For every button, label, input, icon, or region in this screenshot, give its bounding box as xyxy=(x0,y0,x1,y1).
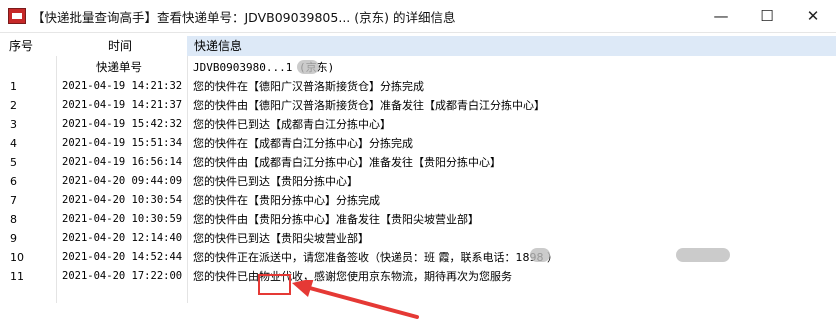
tracking-table[interactable]: 序号 时间 快递信息 快递单号 JDVB0903980...1 (京东) 1 20… xyxy=(0,32,836,319)
column-header-info[interactable]: 快递信息 xyxy=(187,36,836,56)
maximize-button[interactable]: ☐ xyxy=(744,0,790,32)
redaction-blur xyxy=(297,60,319,74)
table-row[interactable]: 4 2021-04-19 15:51:34 您的快件在【成都青白江分拣中心】分拣完成 xyxy=(0,134,836,153)
close-button[interactable]: ✕ xyxy=(790,0,836,32)
app-icon xyxy=(8,8,26,24)
row-info: 您的快件已到达【贵阳尖坡营业部】 xyxy=(193,232,369,245)
row-info: 您的快件在【德阳广汉普洛斯接货仓】分拣完成 xyxy=(193,80,424,93)
row-time: 2021-04-19 14:21:37 xyxy=(62,99,183,111)
row-num: 10 xyxy=(10,251,24,264)
row-num: 6 xyxy=(10,175,17,188)
row-time: 2021-04-19 15:51:34 xyxy=(62,137,183,149)
title-bar: 【快递批量查询高手】查看快递单号：JDVB09039805... (京东) 的详… xyxy=(0,0,836,33)
row-info: 您的快件已到达【成都青白江分拣中心】 xyxy=(193,118,391,131)
row-time: 2021-04-20 09:44:09 xyxy=(62,175,183,187)
table-row[interactable]: 3 2021-04-19 15:42:32 您的快件已到达【成都青白江分拣中心】 xyxy=(0,115,836,134)
row-info: 您的快件由【贵阳分拣中心】准备发往【贵阳尖坡营业部】 xyxy=(193,213,479,226)
table-row[interactable]: 7 2021-04-20 10:30:54 您的快件在【贵阳分拣中心】分拣完成 xyxy=(0,191,836,210)
row-time: 2021-04-20 10:30:54 xyxy=(62,194,183,206)
window-title: 【快递批量查询高手】查看快递单号：JDVB09039805... (京东) 的详… xyxy=(32,9,456,25)
row-time: 2021-04-20 10:30:59 xyxy=(62,213,183,225)
row-time: 2021-04-20 14:52:44 xyxy=(62,251,183,263)
redaction-blur xyxy=(530,248,550,262)
column-header-info-label: 快递信息 xyxy=(194,39,243,53)
row-info: 您的快件在【成都青白江分拣中心】分拣完成 xyxy=(193,137,413,150)
redaction-blur xyxy=(676,248,730,262)
row-time: 2021-04-19 16:56:14 xyxy=(62,156,183,168)
row-num: 4 xyxy=(10,137,17,150)
table-row[interactable]: 9 2021-04-20 12:14:40 您的快件已到达【贵阳尖坡营业部】 xyxy=(0,229,836,248)
annotation-highlight-box xyxy=(258,274,291,295)
row-info: 您的快件由【德阳广汉普洛斯接货仓】准备发往【成都青白江分拣中心】 xyxy=(193,99,545,112)
row-info: 您的快件正在派送中，请您准备签收（快递员：班 霞，联系电话：1898 ） xyxy=(193,251,558,264)
row-num: 9 xyxy=(10,232,17,245)
table-subheader-row[interactable]: 快递单号 JDVB0903980...1 (京东) xyxy=(0,58,836,77)
row-info: 您的快件由【成都青白江分拣中心】准备发往【贵阳分拣中心】 xyxy=(193,156,501,169)
table-row[interactable]: 5 2021-04-19 16:56:14 您的快件由【成都青白江分拣中心】准备发往… xyxy=(0,153,836,172)
row-num: 3 xyxy=(10,118,17,131)
row-info: 您的快件在【贵阳分拣中心】分拣完成 xyxy=(193,194,380,207)
column-header-num[interactable]: 序号 xyxy=(9,36,33,56)
table-row[interactable]: 2 2021-04-19 14:21:37 您的快件由【德阳广汉普洛斯接货仓】准备发… xyxy=(0,96,836,115)
row-time: 2021-04-20 12:14:40 xyxy=(62,232,183,244)
minimize-button[interactable]: — xyxy=(698,0,744,32)
table-header: 序号 时间 快递信息 xyxy=(0,36,836,56)
table-row[interactable]: 6 2021-04-20 09:44:09 您的快件已到达【贵阳分拣中心】 xyxy=(0,172,836,191)
row-info: 您的快件已到达【贵阳分拣中心】 xyxy=(193,175,358,188)
row-num: 8 xyxy=(10,213,17,226)
waybill-label: 快递单号 xyxy=(96,60,142,74)
row-num: 11 xyxy=(10,270,24,283)
row-num: 5 xyxy=(10,156,17,169)
row-time: 2021-04-19 14:21:32 xyxy=(62,80,183,92)
row-time: 2021-04-19 15:42:32 xyxy=(62,118,183,130)
row-num: 7 xyxy=(10,194,17,207)
row-time: 2021-04-20 17:22:00 xyxy=(62,270,183,282)
row-num: 2 xyxy=(10,99,17,112)
table-row[interactable]: 8 2021-04-20 10:30:59 您的快件由【贵阳分拣中心】准备发往【贵阳… xyxy=(0,210,836,229)
row-num: 1 xyxy=(10,80,17,93)
annotation-arrow-icon xyxy=(292,280,419,319)
table-row[interactable]: 1 2021-04-19 14:21:32 您的快件在【德阳广汉普洛斯接货仓】分拣完… xyxy=(0,77,836,96)
column-header-time[interactable]: 时间 xyxy=(108,36,132,56)
window-controls: — ☐ ✕ xyxy=(698,0,836,32)
